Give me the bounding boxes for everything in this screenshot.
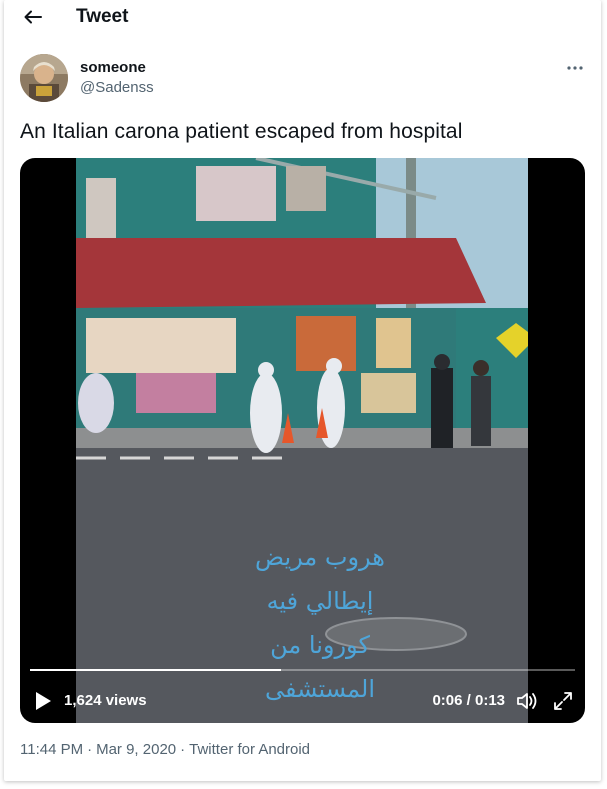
play-icon [36, 692, 51, 710]
back-button[interactable] [20, 4, 46, 30]
caption-line-2: إيطالي فيه [266, 587, 374, 615]
tweet-time[interactable]: 11:44 PM [20, 741, 83, 758]
tweet-meta: 11:44 PM · Mar 9, 2020 · Twitter for Android [20, 741, 310, 758]
volume-icon [517, 693, 537, 709]
tweet-date[interactable]: Mar 9, 2020 [96, 741, 176, 758]
video-player[interactable]: هروب مريض إيطالي فيه كورونا من المستشفى … [20, 158, 585, 723]
avatar[interactable] [20, 54, 68, 102]
play-button[interactable] [32, 690, 54, 712]
back-arrow-icon [24, 10, 42, 24]
more-dots-icon [567, 66, 583, 70]
caption-line-4: المستشفى [264, 675, 376, 703]
progress-fill [30, 669, 281, 671]
separator: · [87, 741, 93, 758]
separator: · [180, 741, 186, 758]
page-title: Tweet [76, 6, 129, 27]
fullscreen-icon [554, 692, 572, 710]
progress-bar[interactable] [30, 669, 575, 671]
caption-line-3: كورونا من [270, 631, 370, 659]
user-handle[interactable]: @Sadenss [80, 79, 154, 96]
avatar-image [20, 54, 68, 102]
tweet-text: An Italian carona patient escaped from h… [20, 120, 463, 143]
volume-button[interactable] [515, 689, 539, 713]
video-time: 0:06 / 0:13 [432, 692, 505, 709]
fullscreen-button[interactable] [551, 689, 575, 713]
view-count: 1,624 views [64, 692, 147, 709]
caption-line-1: هروب مريض [255, 543, 385, 571]
display-name[interactable]: someone [80, 59, 146, 76]
tweet-source[interactable]: Twitter for Android [189, 741, 310, 758]
tweet-card: Tweet someone @Sadenss An Italian carona… [4, 0, 601, 781]
header: Tweet [4, 0, 601, 34]
more-button[interactable] [563, 58, 587, 78]
